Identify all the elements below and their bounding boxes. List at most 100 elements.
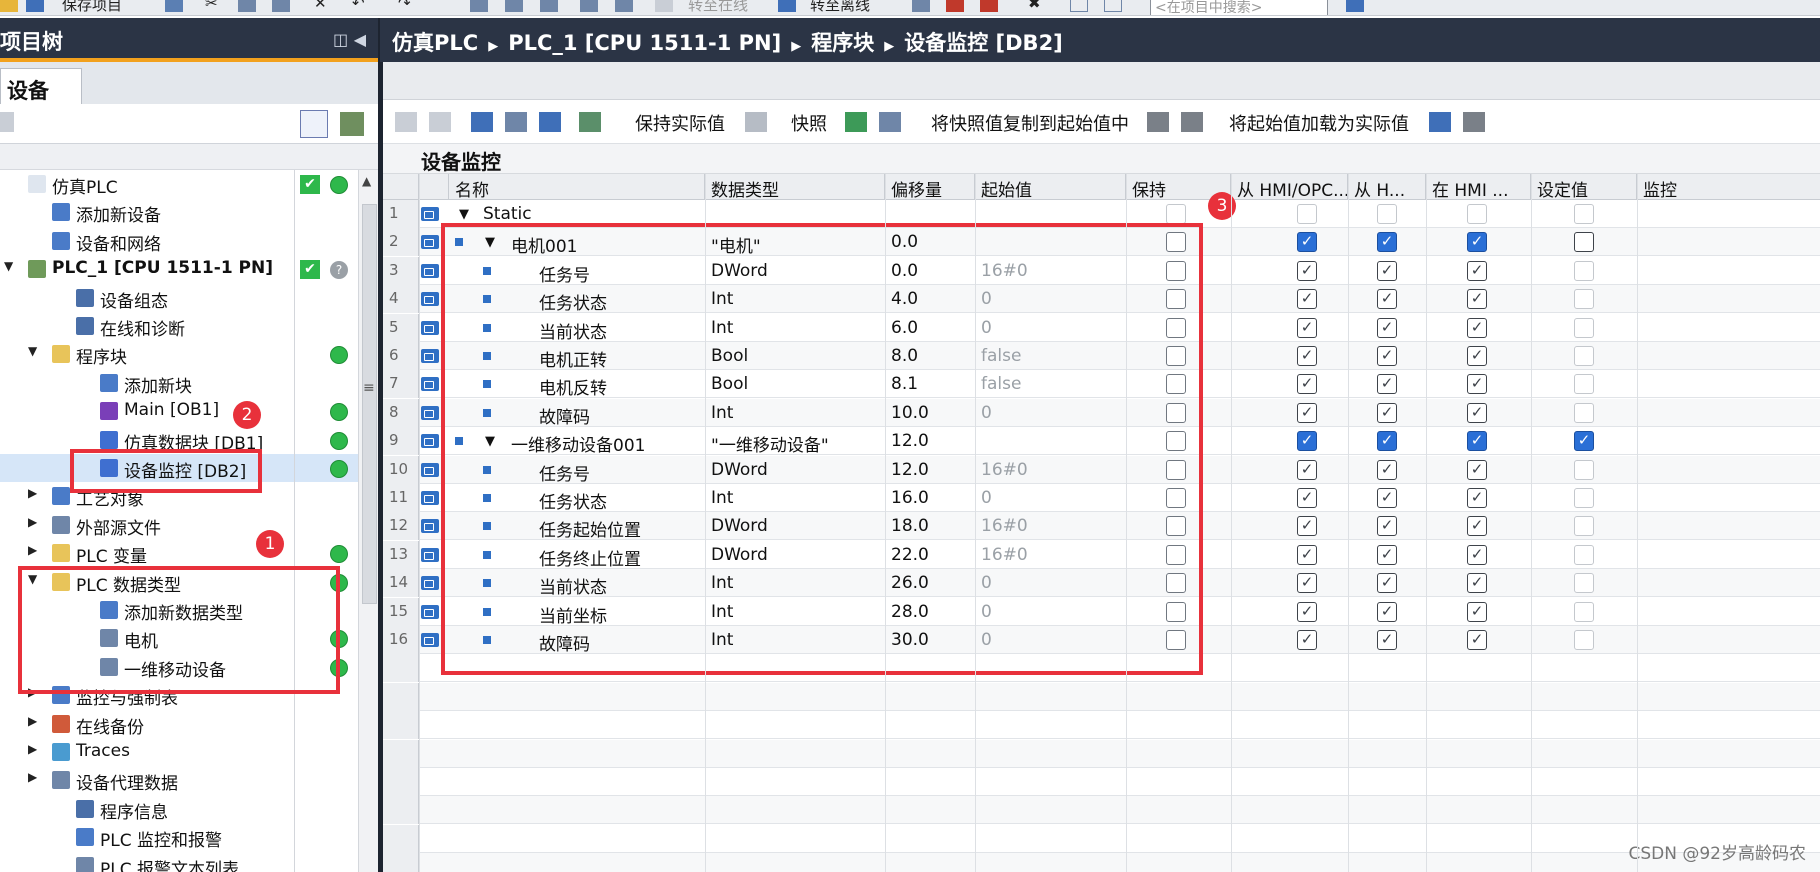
- tree-item[interactable]: PLC 监控和报警: [0, 823, 358, 851]
- tree-item[interactable]: PLC 报警文本列表: [0, 852, 358, 872]
- tools-icon[interactable]: ✖: [1028, 0, 1041, 14]
- list-view-icon[interactable]: [539, 112, 561, 132]
- access-checkbox[interactable]: ✓: [1377, 488, 1397, 508]
- breadcrumb-item[interactable]: 设备监控 [DB2]: [904, 31, 1063, 55]
- paste-icon[interactable]: [272, 0, 290, 14]
- access-checkbox[interactable]: [1574, 289, 1594, 310]
- access-checkbox[interactable]: ✓: [1467, 431, 1487, 452]
- table-row[interactable]: [383, 796, 1820, 825]
- save-project-button[interactable]: 保存项目: [62, 0, 122, 14]
- tree-item[interactable]: ▶ 在线备份: [0, 710, 358, 738]
- detail-view-icon[interactable]: [300, 110, 328, 138]
- expand-all-icon[interactable]: [471, 112, 493, 132]
- snapshot-button[interactable]: 快照: [791, 110, 827, 136]
- access-checkbox[interactable]: [1574, 544, 1594, 565]
- access-checkbox[interactable]: ✓: [1297, 402, 1317, 423]
- column-setpoint[interactable]: 设定值: [1531, 174, 1637, 200]
- column-start-value[interactable]: 起始值: [975, 174, 1126, 200]
- breadcrumb-item[interactable]: PLC_1 [CPU 1511-1 PN]: [508, 31, 781, 55]
- access-checkbox[interactable]: ✓: [1377, 573, 1397, 594]
- column-in-hmi[interactable]: 在 HMI ...: [1426, 174, 1531, 200]
- expand-arrow-icon[interactable]: ▼: [4, 259, 13, 273]
- copy-snapshot-button[interactable]: 将快照值复制到起始值中: [931, 110, 1129, 136]
- stop-sim-icon[interactable]: [615, 0, 633, 14]
- access-checkbox[interactable]: ✓: [1297, 260, 1317, 281]
- expand-arrow-icon[interactable]: ▶: [28, 714, 37, 728]
- access-checkbox[interactable]: ✓: [1467, 260, 1487, 281]
- access-checkbox[interactable]: ✓: [1467, 516, 1487, 537]
- copy-snapshot-all-icon[interactable]: [1181, 112, 1203, 132]
- split-vertical-icon[interactable]: [1104, 0, 1122, 14]
- tree-item[interactable]: ▼ 程序块: [0, 340, 358, 368]
- load-start-values-button[interactable]: 将起始值加载为实际值: [1229, 110, 1409, 136]
- overview-icon[interactable]: [340, 112, 364, 136]
- access-checkbox[interactable]: [1574, 402, 1594, 423]
- access-checkbox[interactable]: ✓: [1467, 402, 1487, 423]
- compile-icon[interactable]: [470, 0, 488, 14]
- column-hmi-opc[interactable]: 从 HMI/OPC...: [1231, 174, 1348, 200]
- table-row[interactable]: [383, 682, 1820, 711]
- keep-actual-values-button[interactable]: 保持实际值: [635, 110, 725, 136]
- tree-item[interactable]: 在线和诊断: [0, 312, 358, 340]
- access-checkbox[interactable]: ✓: [1377, 402, 1397, 423]
- table-row[interactable]: [383, 711, 1820, 740]
- go-offline-button[interactable]: 转至离线: [810, 0, 870, 14]
- snapshot-icon[interactable]: [845, 112, 867, 132]
- column-from-h[interactable]: 从 H...: [1348, 174, 1426, 200]
- snapshot-restore-icon[interactable]: [879, 112, 901, 132]
- access-checkbox[interactable]: ✓: [1377, 601, 1397, 622]
- access-checkbox[interactable]: ✓: [1297, 431, 1317, 452]
- column-offset[interactable]: 偏移量: [885, 174, 975, 200]
- split-horizontal-icon[interactable]: [1070, 0, 1088, 14]
- tree-item[interactable]: 程序信息: [0, 795, 358, 823]
- access-checkbox[interactable]: ✓: [1377, 630, 1397, 650]
- access-checkbox[interactable]: [1574, 601, 1594, 622]
- print-icon[interactable]: [165, 0, 183, 14]
- access-checkbox[interactable]: [1574, 260, 1594, 281]
- access-checkbox[interactable]: [1297, 204, 1317, 224]
- access-checkbox[interactable]: ✓: [1297, 317, 1317, 338]
- search-input[interactable]: <在项目中搜索>: [1150, 0, 1328, 15]
- access-checkbox[interactable]: [1574, 317, 1594, 338]
- access-checkbox[interactable]: [1574, 459, 1594, 480]
- delete-icon[interactable]: ✕: [314, 0, 327, 14]
- column-monitor[interactable]: 监控: [1637, 174, 1820, 200]
- access-checkbox[interactable]: ✓: [1377, 431, 1397, 452]
- access-checkbox[interactable]: ✓: [1467, 488, 1487, 508]
- expand-arrow-icon[interactable]: ▶: [28, 742, 37, 756]
- insert-row-icon[interactable]: [395, 112, 417, 132]
- table-row[interactable]: [383, 824, 1820, 853]
- access-checkbox[interactable]: [1574, 573, 1594, 594]
- copy-snapshot-icon[interactable]: [1147, 112, 1169, 132]
- upload-icon[interactable]: [540, 0, 558, 14]
- access-checkbox[interactable]: ✓: [1297, 346, 1317, 366]
- go-online-button[interactable]: 转至在线: [688, 0, 748, 14]
- table-row[interactable]: [383, 853, 1820, 872]
- access-checkbox[interactable]: ✓: [1297, 488, 1317, 508]
- go-offline-icon[interactable]: [778, 0, 796, 14]
- access-checkbox[interactable]: [1574, 374, 1594, 395]
- stop-cpu-icon[interactable]: [980, 0, 998, 14]
- access-checkbox[interactable]: ✓: [1467, 289, 1487, 310]
- tree-item[interactable]: ▶ PLC 变量: [0, 539, 358, 567]
- access-checkbox[interactable]: ✓: [1467, 346, 1487, 366]
- scroll-thumb[interactable]: [362, 204, 377, 604]
- access-checkbox[interactable]: ✓: [1467, 573, 1487, 594]
- cell-name[interactable]: Static: [483, 204, 532, 224]
- access-checkbox[interactable]: ✓: [1297, 630, 1317, 650]
- tree-item[interactable]: ▶ 设备代理数据: [0, 766, 358, 794]
- tab-devices[interactable]: 设备: [0, 68, 82, 104]
- tree-item[interactable]: ▼ PLC_1 [CPU 1511-1 PN] ✔?: [0, 255, 358, 283]
- table-row[interactable]: [383, 739, 1820, 768]
- open-icon[interactable]: [0, 0, 18, 14]
- access-checkbox[interactable]: [1574, 346, 1594, 366]
- access-checkbox[interactable]: [1467, 204, 1487, 224]
- access-checkbox[interactable]: ✓: [1467, 317, 1487, 338]
- access-checkbox[interactable]: ✓: [1297, 573, 1317, 594]
- tree-item[interactable]: 仿真PLC ✔: [0, 170, 358, 198]
- expand-arrow-icon[interactable]: ▼: [459, 207, 469, 222]
- access-checkbox[interactable]: ✓: [1297, 516, 1317, 537]
- scroll-up-icon[interactable]: ▲: [362, 174, 371, 188]
- column-name[interactable]: 名称: [449, 174, 705, 200]
- access-checkbox[interactable]: [1574, 630, 1594, 650]
